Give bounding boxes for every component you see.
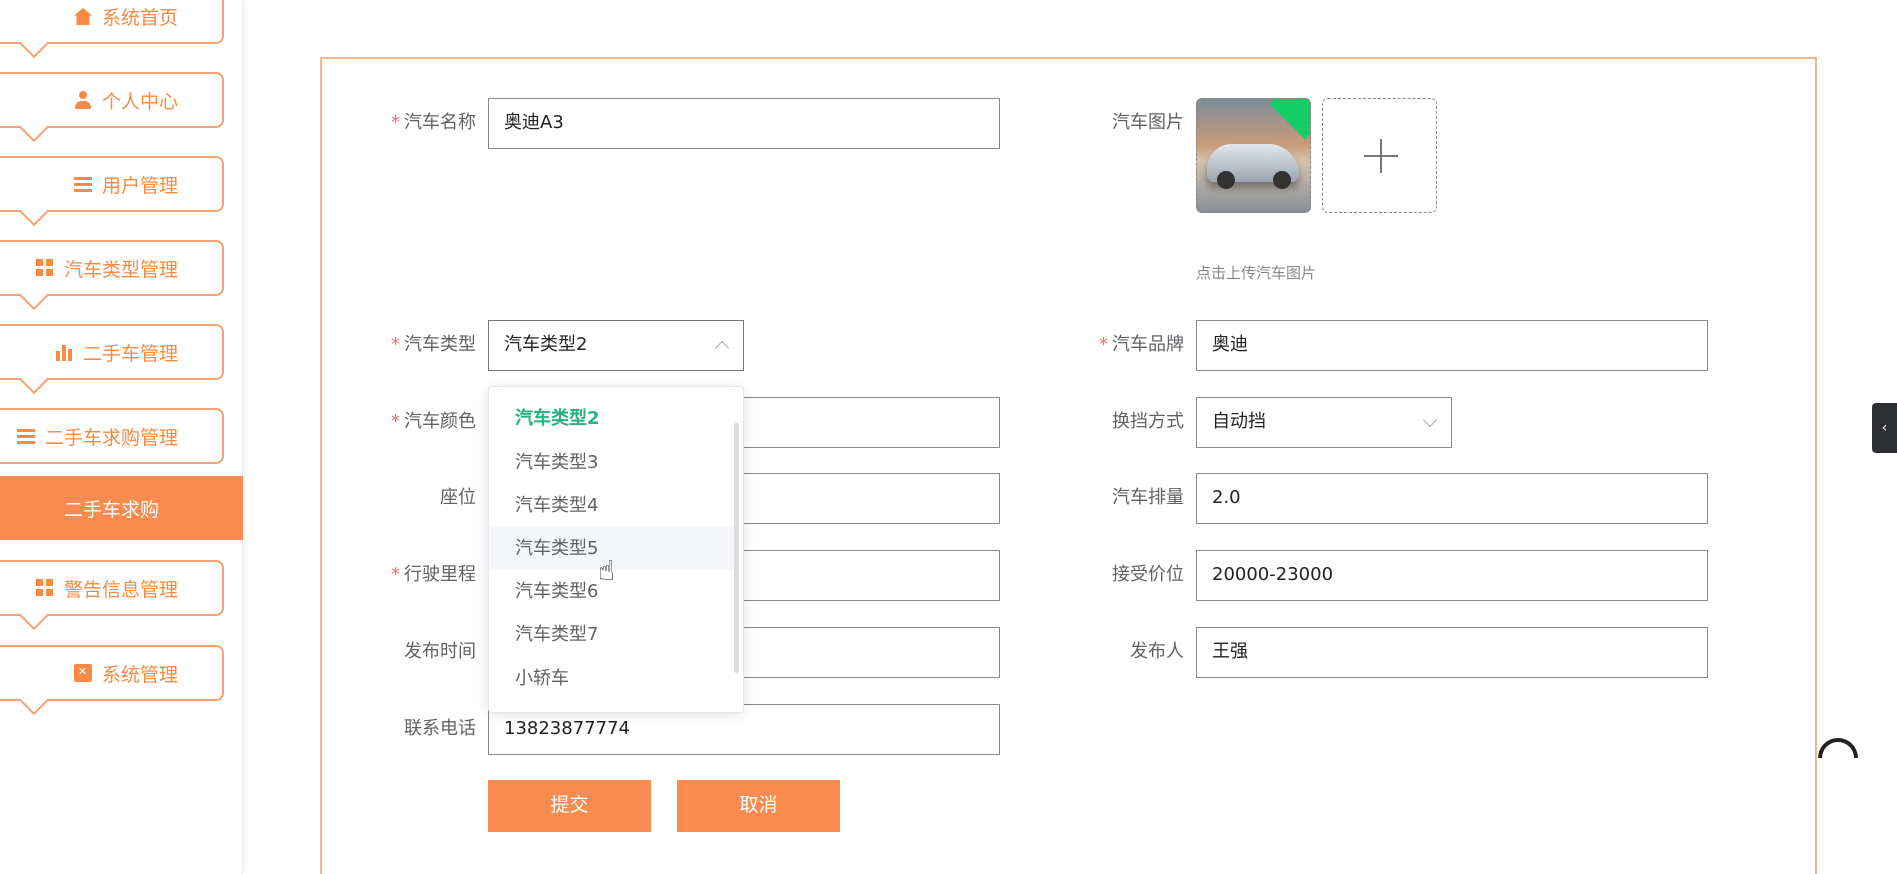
- phone-label: 联系电话: [404, 718, 476, 739]
- dropdown-option[interactable]: 汽车类型3: [489, 441, 737, 484]
- dropdown-option[interactable]: 汽车类型2: [489, 397, 737, 440]
- dropdown-option[interactable]: 汽车类型7: [489, 613, 737, 656]
- grid-icon: [35, 579, 54, 597]
- sidebar-item-label: 个人中心: [101, 90, 178, 113]
- car-type-dropdown: 汽车类型2 汽车类型3 汽车类型4 汽车类型5 汽车类型6 汽车类型7 小轿车: [488, 386, 744, 713]
- car-type-value: 汽车类型2: [504, 334, 588, 355]
- cancel-button[interactable]: 取消: [677, 780, 840, 832]
- publisher-input[interactable]: 王强: [1196, 627, 1708, 678]
- page: 系统首页 个人中心 用户管理 汽车类型管理 二手车管理 二手车求购管理 二手车求…: [0, 0, 1897, 874]
- bar-chart-icon: [54, 343, 73, 361]
- car-brand-input[interactable]: 奥迪: [1196, 320, 1708, 371]
- sidebar-item-label: 系统管理: [101, 663, 178, 686]
- car-brand-label: * 汽车品牌: [1099, 334, 1184, 355]
- car-name-label: * 汽车名称: [391, 112, 476, 133]
- sidebar-item-system-management[interactable]: 系统管理: [0, 645, 224, 716]
- car-type-select[interactable]: 汽车类型2: [488, 320, 744, 371]
- dropdown-option[interactable]: 汽车类型4: [489, 484, 737, 527]
- mileage-label: * 行驶里程: [391, 564, 476, 585]
- sidebar-item-purchase-request-management[interactable]: 二手车求购管理: [0, 408, 224, 464]
- dropdown-option[interactable]: 小轿车: [489, 657, 737, 700]
- displacement-input[interactable]: 2.0: [1196, 473, 1708, 524]
- hand-cursor-icon: ☝: [598, 554, 616, 587]
- upload-success-badge: [1269, 99, 1310, 140]
- gearbox-select[interactable]: 自动挡: [1196, 397, 1452, 448]
- car-color-label: * 汽车颜色: [391, 411, 476, 432]
- sidebar-item-label: 二手车管理: [82, 342, 178, 365]
- publish-time-label: 发布时间: [404, 641, 476, 662]
- image-upload-button[interactable]: [1322, 98, 1437, 213]
- logo-icon: [1818, 738, 1858, 758]
- car-type-label: * 汽车类型: [391, 334, 476, 355]
- list-icon: [16, 428, 35, 444]
- gearbox-value: 自动挡: [1212, 411, 1266, 432]
- displacement-label: 汽车排量: [1112, 487, 1184, 508]
- sidebar-item-car-type-management[interactable]: 汽车类型管理: [0, 240, 224, 311]
- grid-icon: [35, 259, 54, 277]
- gearbox-label: 换挡方式: [1112, 411, 1184, 432]
- sidebar-subitem-label: 二手车求购: [64, 498, 160, 521]
- sidebar-item-label: 汽车类型管理: [63, 258, 178, 281]
- dropdown-scrollbar[interactable]: [734, 423, 739, 673]
- publisher-label: 发布人: [1130, 641, 1184, 662]
- sidebar-item-label: 警告信息管理: [63, 578, 178, 601]
- sidebar-item-label: 二手车求购管理: [44, 426, 178, 449]
- sidebar-item-personal-center[interactable]: 个人中心: [0, 72, 224, 143]
- car-image-thumbnail[interactable]: [1196, 98, 1311, 213]
- submit-button[interactable]: 提交: [488, 780, 651, 832]
- upload-tip: 点击上传汽车图片: [1196, 264, 1317, 282]
- seats-label: 座位: [440, 487, 476, 508]
- sidebar-item-label: 用户管理: [101, 174, 178, 197]
- sidebar-item-label: 系统首页: [101, 6, 178, 29]
- sidebar-item-warning-management[interactable]: 警告信息管理: [0, 560, 224, 631]
- sidebar-item-used-car-management[interactable]: 二手车管理: [0, 324, 224, 395]
- car-name-input[interactable]: 奥迪A3: [488, 98, 1000, 149]
- price-label: 接受价位: [1112, 564, 1184, 585]
- sidebar-item-user-management[interactable]: 用户管理: [0, 156, 224, 227]
- car-image-label: 汽车图片: [1112, 112, 1184, 133]
- collapse-panel-button[interactable]: ‹: [1872, 403, 1897, 453]
- chevron-down-icon: [1422, 412, 1438, 428]
- clipboard-icon: [73, 664, 92, 682]
- home-icon: [73, 7, 92, 25]
- sidebar-item-home[interactable]: 系统首页: [0, 0, 224, 59]
- sidebar: 系统首页 个人中心 用户管理 汽车类型管理 二手车管理 二手车求购管理 二手车求…: [0, 0, 243, 874]
- user-icon: [74, 91, 92, 109]
- chevron-up-icon: [714, 340, 730, 356]
- list-icon: [73, 176, 92, 192]
- price-input[interactable]: 20000-23000: [1196, 550, 1708, 601]
- sidebar-subitem-purchase-request[interactable]: 二手车求购: [0, 476, 243, 540]
